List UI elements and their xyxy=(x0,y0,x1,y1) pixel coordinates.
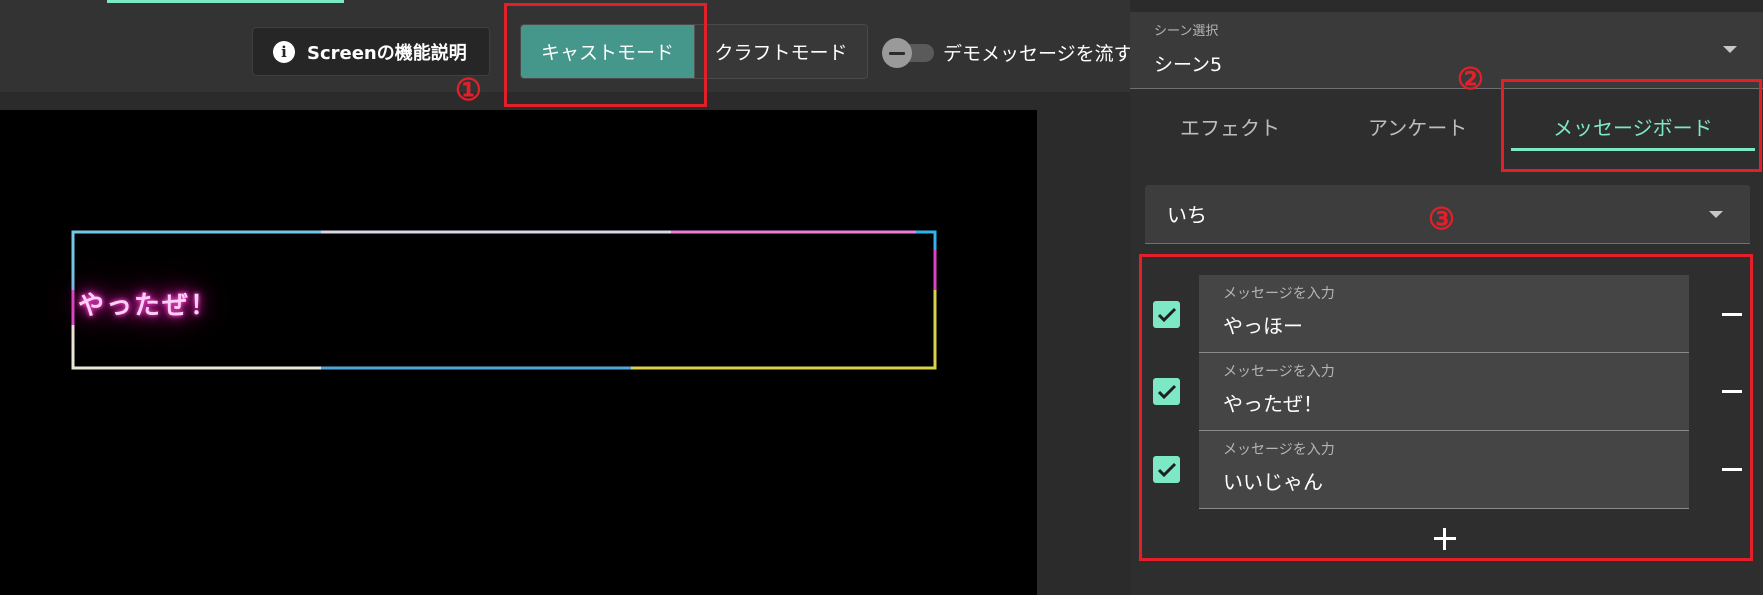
info-icon: i xyxy=(273,40,295,63)
demo-message-label: デモメッセージを流す xyxy=(943,43,1133,65)
scene-select-value: シーン5 xyxy=(1154,54,1223,76)
neon-message-text: やったぜ！ xyxy=(78,291,219,321)
toggle-knob xyxy=(882,38,912,68)
chevron-down-icon xyxy=(1709,211,1723,218)
craft-mode-button[interactable]: クラフトモード xyxy=(694,25,867,78)
annotation-number-1: ① xyxy=(455,73,482,108)
scene-select[interactable]: シーン選択 シーン5 xyxy=(1130,12,1763,89)
chevron-down-icon xyxy=(1723,46,1737,53)
annotation-box-2 xyxy=(1501,79,1762,172)
annotation-number-2: ② xyxy=(1457,62,1484,97)
screen-info-label: Screenの機能説明 xyxy=(307,42,467,64)
tab-survey[interactable]: アンケート xyxy=(1368,112,1467,141)
annotation-box-3 xyxy=(1139,254,1753,561)
demo-message-toggle[interactable] xyxy=(882,38,936,68)
annotation-number-3: ③ xyxy=(1428,202,1455,237)
preview-canvas: やったぜ！ xyxy=(0,110,1037,595)
screen-info-button[interactable]: i Screenの機能説明 xyxy=(252,27,490,76)
tab-effect[interactable]: エフェクト xyxy=(1180,112,1280,141)
scene-select-label: シーン選択 xyxy=(1154,24,1219,39)
top-accent-bar xyxy=(107,0,344,3)
message-board-select-value: いち xyxy=(1167,203,1207,227)
annotation-box-1 xyxy=(504,3,707,107)
